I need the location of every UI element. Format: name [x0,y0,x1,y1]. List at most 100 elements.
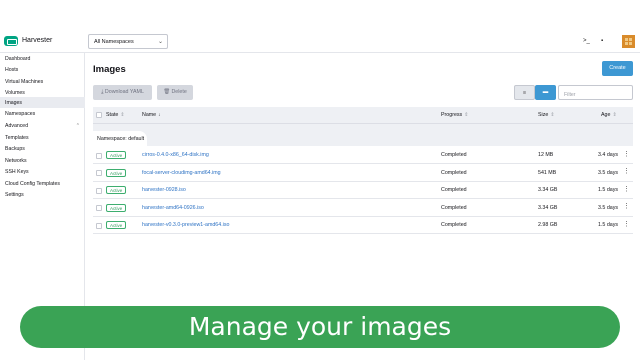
image-name-link[interactable]: cirros-0.4.0-x86_64-disk.img [142,152,209,158]
delete-button[interactable]: 🗑 Delete [157,85,193,100]
avatar[interactable] [622,35,635,48]
column-label: Age [601,112,611,118]
sort-icon: ⇕ [550,113,555,118]
age-value: 3.4 days [598,152,619,158]
sidebar-item-virtual-machines[interactable]: Virtual Machines [0,76,85,87]
top-bar: Harvester All Namespaces ⌄ >_ ▪ [0,0,640,53]
image-name-link[interactable]: focal-server-cloudimg-amd64.img [142,170,221,176]
list-view-toggle[interactable]: ≡ [514,85,535,100]
table-row[interactable]: Active focal-server-cloudimg-amd64.img C… [93,164,633,182]
image-name-link[interactable]: harvester-0928.iso [142,187,186,193]
sidebar-group-advanced[interactable]: Advanced ⌃ [0,121,85,132]
row-checkbox[interactable] [96,205,102,211]
status-badge: Active [106,168,127,177]
caption-text: Manage your images [188,312,452,341]
sidebar-item-label: Backups [5,146,25,152]
download-yaml-button[interactable]: ⤓ Download YAML [93,85,152,100]
sidebar-item-label: Dashboard [5,55,31,62]
sidebar-item-label: Templates [5,134,29,141]
image-name-link[interactable]: harvester-amd64-0926.iso [142,205,204,211]
column-size[interactable]: Size ⇕ [538,112,554,118]
table-row[interactable]: Active cirros-0.4.0-x86_64-disk.img Comp… [93,146,633,164]
more-actions-icon[interactable]: ⋮ [623,202,630,210]
folder-icon: ▬ [542,89,549,95]
sidebar-item-label: Settings [5,192,24,198]
image-name-link[interactable]: harvester-v0.3.0-preview1-amd64.iso [142,222,229,228]
size-value: 3.34 GB [538,187,558,193]
table-row[interactable]: Active harvester-v0.3.0-preview1-amd64.i… [93,216,633,234]
sidebar-item-label: Advanced [5,123,29,129]
group-prefix: Namespace: [97,136,127,142]
filter-input[interactable] [558,85,633,100]
sidebar-item-label: SSH Keys [5,169,29,175]
download-icon: ⤓ [101,89,104,95]
sidebar-item-networks[interactable]: Networks [0,155,85,166]
sidebar-item-templates[interactable]: Templates [0,132,85,143]
file-icon[interactable]: ▪ [601,38,603,44]
sidebar-item-ssh-keys[interactable]: SSH Keys [0,167,85,178]
trash-icon: 🗑 [163,89,170,95]
more-actions-icon[interactable]: ⋮ [623,220,630,228]
more-actions-icon[interactable]: ⋮ [623,185,630,193]
more-actions-icon[interactable]: ⋮ [623,167,630,175]
download-yaml-label: Download YAML [104,89,144,95]
sidebar-item-label: Namespaces [5,111,36,117]
list-icon: ≡ [522,90,527,96]
status-badge: Active [106,151,127,159]
size-value: 12 MB [538,152,554,158]
harvester-logo[interactable] [4,36,18,46]
sidebar-item-cloud-config-templates[interactable]: Cloud Config Templates [0,178,85,189]
sidebar-item-label: Cloud Config Templates [5,180,60,187]
chevron-up-icon: ⌃ [75,122,80,129]
size-value: 3.34 GB [538,204,558,211]
size-value: 2.98 GB [538,222,558,228]
age-value: 3.5 days [598,204,619,211]
column-name[interactable]: Name ↓ [142,112,161,118]
terminal-icon[interactable]: >_ [583,38,590,44]
status-badge: Active [106,203,127,212]
chevron-down-icon: ⌄ [157,39,163,45]
row-checkbox[interactable] [96,170,102,176]
table-header: State ⇕ Name ↓ Progress ⇕ Size ⇕ Age ⇕ [93,107,633,124]
sidebar-item-dashboard[interactable]: Dashboard [0,53,85,64]
sidebar-item-backups[interactable]: Backups [0,144,85,155]
sort-icon: ⇕ [120,113,125,118]
sidebar-item-namespaces[interactable]: Namespaces [0,109,85,120]
row-checkbox[interactable] [96,187,102,194]
namespace-select[interactable]: All Namespaces ⌄ [88,34,168,49]
status-badge: Active [106,186,127,194]
column-label: Progress [441,112,463,118]
column-state[interactable]: State ⇕ [106,112,124,118]
row-checkbox[interactable] [96,152,102,159]
sort-down-icon: ↓ [158,113,161,118]
row-checkbox[interactable] [96,222,102,229]
namespace-select-value: All Namespaces [94,39,134,45]
sidebar-item-label: Networks [5,157,27,164]
create-button[interactable]: Create [602,61,633,76]
sidebar-item-settings[interactable]: Settings [0,190,85,201]
sidebar-item-hosts[interactable]: Hosts [0,65,85,76]
column-label: State [106,112,119,118]
more-actions-icon[interactable]: ⋮ [623,150,630,158]
group-view-toggle[interactable]: ▬ [535,85,556,100]
column-age[interactable]: Age ⇕ [601,112,616,118]
table-row[interactable]: Active harvester-amd64-0926.iso Complete… [93,199,633,217]
sidebar-item-label: Hosts [5,67,19,73]
delete-label: Delete [171,89,187,95]
age-value: 1.5 days [598,187,619,193]
progress-value: Completed [441,222,467,228]
size-value: 541 MB [538,169,557,176]
caption-banner: Manage your images [20,306,620,348]
sidebar-item-images[interactable]: Images [0,97,85,108]
brand-name[interactable]: Harvester [22,37,52,44]
sidebar-item-label: Virtual Machines [5,78,44,85]
namespace-group-label: Namespace: default [97,136,144,142]
column-progress[interactable]: Progress ⇕ [441,112,468,118]
column-label: Name [142,112,157,118]
sort-icon: ⇕ [612,113,617,118]
table-row[interactable]: Active harvester-0928.iso Completed 3.34… [93,181,633,199]
select-all-checkbox[interactable] [96,112,102,118]
group-row-background [93,124,633,146]
page-title: Images [93,64,126,75]
sidebar-item-label: Images [5,99,23,106]
